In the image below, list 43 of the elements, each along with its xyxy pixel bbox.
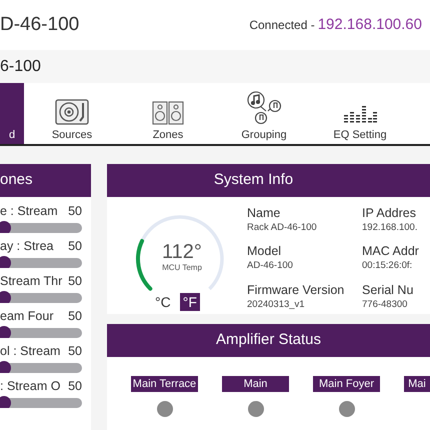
temperature-reading: 112°: [162, 240, 202, 264]
channel-label: Mai: [404, 376, 430, 392]
info-value: 20240313_v1: [247, 298, 306, 311]
info-value: AD-46-100: [247, 259, 294, 272]
unit-toggle[interactable]: °F: [180, 293, 200, 311]
ip-address: 192.168.100.60: [318, 14, 422, 35]
zone-volume: 50: [68, 272, 82, 290]
panel-header: System Info: [107, 164, 430, 197]
zone-label: Stream Thr: [0, 272, 62, 290]
equalizer-icon: [343, 105, 377, 125]
info-label: MAC Addr: [362, 244, 419, 260]
channel-label: Main Foyer: [313, 376, 380, 392]
gauge-caption: MCU Temp: [161, 262, 203, 274]
info-label: Name: [247, 206, 282, 221]
zone-volume: 50: [68, 238, 82, 255]
connection-status: Connected -: [249, 16, 315, 34]
zone-label: ay : Strea: [0, 238, 54, 255]
zone-volume: 50: [68, 202, 82, 220]
info-label: IP Addres: [362, 206, 417, 221]
device-name: 6-100: [0, 56, 41, 76]
info-label: Firmware Version: [247, 282, 346, 298]
panel-header: Amplifier Status: [107, 324, 430, 357]
zone-volume: 50: [68, 378, 82, 395]
info-value: 00:15:26:0f:: [362, 259, 414, 272]
channel-label: Main: [222, 376, 289, 392]
info-value: Rack AD-46-100: [247, 221, 318, 234]
speakers-icon: [152, 101, 184, 125]
zone-label: : Stream O: [0, 378, 60, 395]
zone-volume: 50: [68, 342, 82, 360]
turntable-icon: [55, 99, 89, 125]
info-label: Model: [247, 244, 282, 260]
zone-label: e : Stream: [0, 202, 58, 220]
channel-label: Main Terrace: [131, 376, 198, 392]
info-value: 192.168.100.: [362, 221, 418, 234]
nav-tab[interactable]: d: [0, 83, 24, 144]
page-title: D-46-100: [0, 12, 80, 37]
zone-label: ol : Stream: [0, 342, 60, 360]
info-value: 776-48300: [362, 298, 408, 311]
music-group-icon: [246, 91, 282, 125]
zone-volume: 50: [68, 308, 82, 325]
panel-header: ones: [0, 164, 91, 197]
zone-label: eam Four: [0, 308, 54, 325]
info-label: Serial Nu: [362, 282, 414, 298]
